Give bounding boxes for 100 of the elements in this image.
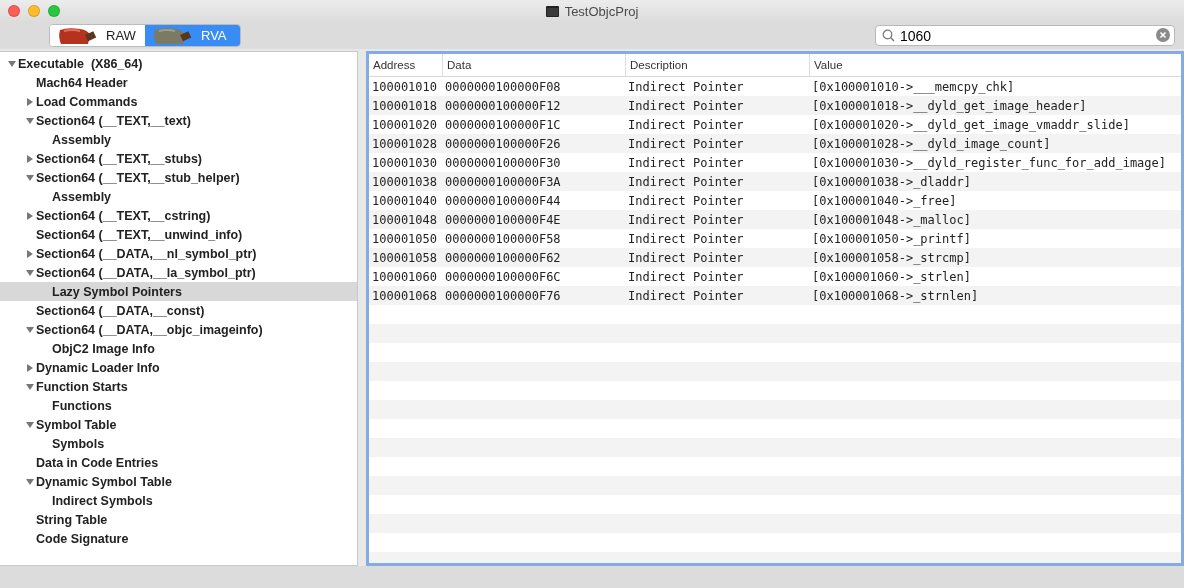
search-field[interactable]: 1060 bbox=[875, 25, 1175, 46]
table-cell-text: [0x100001020->__dyld_get_image_vmaddr_slide] bbox=[811, 117, 1131, 132]
table-cell-text: 0000000100000F76 bbox=[444, 288, 562, 303]
tree-item-label: Dynamic Loader Info bbox=[36, 360, 160, 375]
search-icon bbox=[882, 29, 895, 42]
tree-item-label: Assembly bbox=[52, 189, 112, 204]
tree-row[interactable]: Section64 (__TEXT,__stub_helper) bbox=[0, 168, 357, 187]
expanded-triangle-icon[interactable] bbox=[26, 173, 34, 182]
tree-item-label: Section64 (__DATA,__objc_imageinfo) bbox=[36, 322, 263, 337]
column-header[interactable]: Value bbox=[809, 54, 1181, 76]
table-cell-text: Indirect Pointer bbox=[627, 174, 745, 189]
table-cell-text: 0000000100000F1C bbox=[444, 117, 562, 132]
table-cell-text: 0000000100000F44 bbox=[444, 193, 562, 208]
table-cell-text: 100001010 bbox=[371, 79, 439, 94]
expanded-triangle-icon[interactable] bbox=[26, 268, 34, 277]
tree-item-label: Symbol Table bbox=[36, 417, 117, 432]
table-cell-text: 100001018 bbox=[371, 98, 439, 113]
tree-item-label: Section64 (__DATA,__const) bbox=[36, 303, 205, 318]
table-cell-text: Indirect Pointer bbox=[627, 231, 745, 246]
table-cell-text: [0x100001018->__dyld_get_image_header] bbox=[811, 98, 1088, 113]
tree-item-label: Section64 (__DATA,__nl_symbol_ptr) bbox=[36, 246, 257, 261]
table-cell-text: 0000000100000F6C bbox=[444, 269, 562, 284]
tree-item-label: Section64 (__TEXT,__text) bbox=[36, 113, 191, 128]
tree-item-label: Symbols bbox=[52, 436, 105, 451]
expanded-triangle-icon[interactable] bbox=[26, 420, 34, 429]
tree-row[interactable]: Function Starts bbox=[0, 377, 357, 396]
table-cell-text: 100001060 bbox=[371, 269, 439, 284]
tree-row[interactable]: Symbols bbox=[0, 434, 357, 453]
tree-row[interactable]: Indirect Symbols bbox=[0, 491, 357, 510]
table-cell-text: Indirect Pointer bbox=[627, 212, 745, 227]
zoom-button[interactable] bbox=[48, 5, 60, 17]
table-cell-text: Indirect Pointer bbox=[627, 98, 745, 113]
table-cell-text: 0000000100000F58 bbox=[444, 231, 562, 246]
tree-row[interactable]: Section64 (__TEXT,__cstring) bbox=[0, 206, 357, 225]
table-cell-text: [0x100001060->_strlen] bbox=[811, 269, 972, 284]
tree-row[interactable]: Section64 (__TEXT,__stubs) bbox=[0, 149, 357, 168]
clear-icon[interactable] bbox=[1156, 28, 1170, 42]
tree-row[interactable]: Assembly bbox=[0, 187, 357, 206]
table-cell-text: Indirect Pointer bbox=[627, 269, 745, 284]
table-cell-text: [0x100001038->_dladdr] bbox=[811, 174, 972, 189]
collapsed-triangle-icon[interactable] bbox=[26, 249, 34, 258]
tree-item-label: Section64 (__DATA,__la_symbol_ptr) bbox=[36, 265, 256, 280]
table-cell-text: 100001030 bbox=[371, 155, 439, 170]
tree-row[interactable]: Dynamic Loader Info bbox=[0, 358, 357, 377]
table-cell-text: [0x100001050->_printf] bbox=[811, 231, 972, 246]
column-header[interactable]: Address bbox=[369, 54, 442, 76]
tree-item-label: ObjC2 Image Info bbox=[52, 341, 155, 356]
tree-row[interactable]: Load Commands bbox=[0, 92, 357, 111]
expanded-triangle-icon[interactable] bbox=[26, 325, 34, 334]
expanded-triangle-icon[interactable] bbox=[26, 477, 34, 486]
tree-row[interactable]: Symbol Table bbox=[0, 415, 357, 434]
tree-row[interactable]: Section64 (__TEXT,__text) bbox=[0, 111, 357, 130]
tree-row[interactable]: Code Signature bbox=[0, 529, 357, 548]
window-title: TestObjcProj bbox=[564, 3, 639, 19]
tree-row[interactable]: Data in Code Entries bbox=[0, 453, 357, 472]
tree-row[interactable]: Section64 (__DATA,__la_symbol_ptr) bbox=[0, 263, 357, 282]
table-cell-text: [0x100001010->___memcpy_chk] bbox=[811, 79, 1016, 94]
expanded-triangle-icon[interactable] bbox=[26, 382, 34, 391]
tree-item-label: Lazy Symbol Pointers bbox=[52, 284, 182, 299]
tree-item-label: Section64 (__TEXT,__cstring) bbox=[36, 208, 211, 223]
tree-item-label: Data in Code Entries bbox=[36, 455, 159, 470]
tree-item-label: Functions bbox=[52, 398, 112, 413]
table-cell-text: Indirect Pointer bbox=[627, 288, 745, 303]
tree-item-label: Section64 (__TEXT,__stub_helper) bbox=[36, 170, 240, 185]
close-button[interactable] bbox=[8, 5, 20, 17]
tree-item-label: Executable (X86_64) bbox=[18, 56, 143, 71]
tree-row[interactable]: Functions bbox=[0, 396, 357, 415]
table-cell-text: 100001068 bbox=[371, 288, 439, 303]
collapsed-triangle-icon[interactable] bbox=[26, 97, 34, 106]
collapsed-triangle-icon[interactable] bbox=[26, 363, 34, 372]
tree-row[interactable]: String Table bbox=[0, 510, 357, 529]
table-cell-text: 100001050 bbox=[371, 231, 439, 246]
tree-row[interactable]: Mach64 Header bbox=[0, 73, 357, 92]
collapsed-triangle-icon[interactable] bbox=[26, 211, 34, 220]
table-cell-text: 100001028 bbox=[371, 136, 439, 151]
table-cell-text: 100001058 bbox=[371, 250, 439, 265]
tree-row[interactable]: Section64 (__TEXT,__unwind_info) bbox=[0, 225, 357, 244]
table-cell-text: 0000000100000F62 bbox=[444, 250, 562, 265]
tree-row[interactable]: Dynamic Symbol Table bbox=[0, 472, 357, 491]
table-cell-text: Indirect Pointer bbox=[627, 79, 745, 94]
table-cell-text: 100001040 bbox=[371, 193, 439, 208]
table-cell-text: 0000000100000F08 bbox=[444, 79, 562, 94]
tree-row[interactable]: Assembly bbox=[0, 130, 357, 149]
tree-row[interactable]: Section64 (__DATA,__const) bbox=[0, 301, 357, 320]
expanded-triangle-icon[interactable] bbox=[8, 59, 16, 68]
tree-row[interactable]: Lazy Symbol Pointers bbox=[0, 282, 357, 301]
tree-item-label: Section64 (__TEXT,__stubs) bbox=[36, 151, 203, 166]
table-cell-text: [0x100001048->_malloc] bbox=[811, 212, 972, 227]
table-cell-text: [0x100001028->__dyld_image_count] bbox=[811, 136, 1052, 151]
table-cell-text: Indirect Pointer bbox=[627, 136, 745, 151]
table-cell-text: Indirect Pointer bbox=[627, 155, 745, 170]
collapsed-triangle-icon[interactable] bbox=[26, 154, 34, 163]
expanded-triangle-icon[interactable] bbox=[26, 116, 34, 125]
table-cell-text: [0x100001058->_strcmp] bbox=[811, 250, 972, 265]
tree-row[interactable]: Executable (X86_64) bbox=[0, 54, 357, 73]
tree-row[interactable]: Section64 (__DATA,__nl_symbol_ptr) bbox=[0, 244, 357, 263]
tree-row[interactable]: ObjC2 Image Info bbox=[0, 339, 357, 358]
tree-row[interactable]: Section64 (__DATA,__objc_imageinfo) bbox=[0, 320, 357, 339]
column-header[interactable]: Description bbox=[625, 54, 809, 76]
column-header[interactable]: Data bbox=[442, 54, 625, 76]
